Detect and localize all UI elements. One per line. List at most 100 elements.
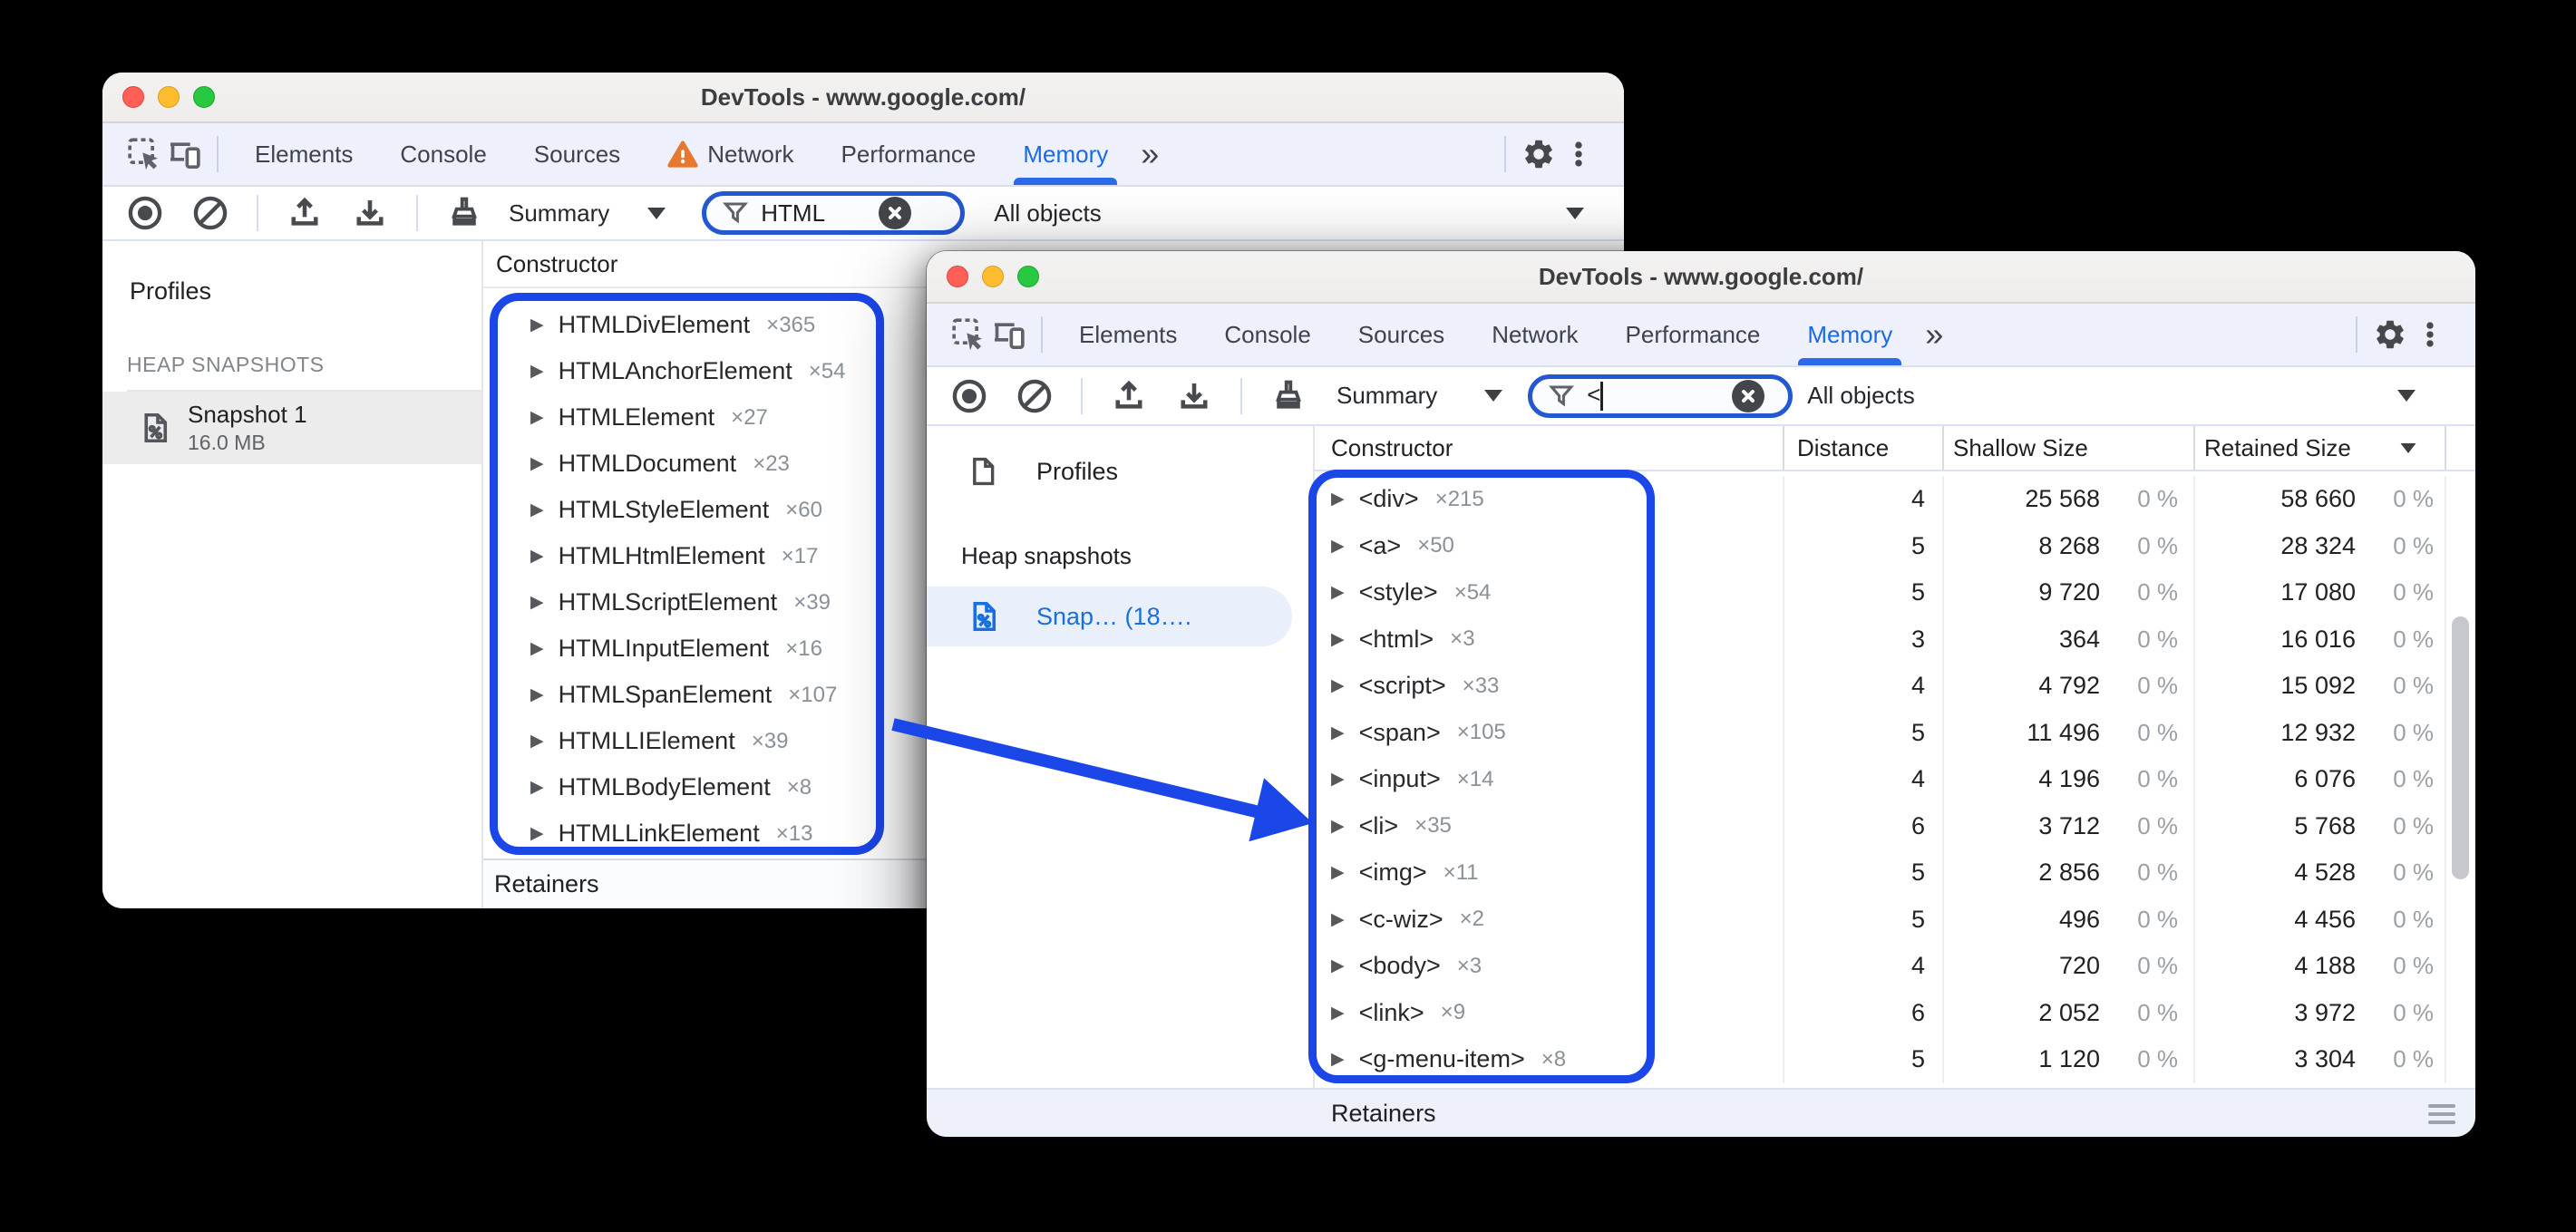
retainers-bar[interactable]: Retainers: [927, 1088, 2475, 1137]
expand-triangle-icon[interactable]: ▶: [1331, 1003, 1345, 1023]
vertical-scrollbar[interactable]: [2452, 616, 2469, 879]
resize-handle-icon[interactable]: [2428, 1104, 2455, 1129]
load-profile-icon[interactable]: [286, 194, 324, 232]
heap-object-row[interactable]: ▶ <body> ×3 4 720 0 % 4 188 0 %: [1315, 943, 2475, 990]
clear-profiles-icon[interactable]: [1016, 377, 1054, 415]
record-heap-icon[interactable]: [950, 377, 988, 415]
expand-triangle-icon[interactable]: ▶: [1331, 909, 1345, 930]
window-titlebar[interactable]: DevTools - www.google.com/: [102, 73, 1624, 123]
device-toolbar-icon[interactable]: [164, 134, 204, 174]
heap-object-row[interactable]: ▶ <c-wiz> ×2 5 496 0 % 4 456 0 %: [1315, 896, 2475, 943]
objects-scope-select[interactable]: All objects: [994, 199, 1102, 228]
snapshot-item[interactable]: Snapshot 1 16.0 MB: [102, 392, 481, 464]
kebab-menu-icon[interactable]: [1559, 134, 1599, 174]
retained-size-cell: 4 456 0 %: [2195, 896, 2446, 943]
expand-triangle-icon[interactable]: ▶: [530, 546, 544, 567]
expand-triangle-icon[interactable]: ▶: [1331, 536, 1345, 557]
column-header-shallow-size[interactable]: Shallow Size: [1944, 426, 2195, 470]
column-header-distance[interactable]: Distance: [1784, 426, 1944, 470]
tab-performance[interactable]: Performance: [818, 123, 1000, 185]
tab-network[interactable]: Network: [1468, 304, 1601, 365]
clear-brush-icon[interactable]: [1269, 377, 1307, 415]
column-header-retained-size[interactable]: Retained Size: [2195, 426, 2446, 470]
snapshot-file-icon: [973, 601, 996, 632]
record-heap-icon[interactable]: [126, 194, 164, 232]
expand-triangle-icon[interactable]: ▶: [1331, 675, 1345, 696]
clear-filter-icon[interactable]: [1732, 379, 1765, 412]
heap-object-row[interactable]: ▶ <li> ×35 6 3 712 0 % 5 768 0 %: [1315, 802, 2475, 849]
expand-triangle-icon[interactable]: ▶: [1331, 582, 1345, 603]
tab-memory[interactable]: Memory: [999, 123, 1132, 185]
expand-triangle-icon[interactable]: ▶: [530, 638, 544, 659]
chevron-down-icon[interactable]: [2397, 390, 2416, 402]
heap-object-row[interactable]: ▶ <script> ×33 4 4 792 0 % 15 092 0 %: [1315, 663, 2475, 710]
save-profile-icon[interactable]: [351, 194, 389, 232]
inspect-element-icon[interactable]: [948, 315, 988, 354]
heap-object-row[interactable]: ▶ <link> ×9 6 2 052 0 % 3 972 0 %: [1315, 989, 2475, 1036]
column-header-constructor[interactable]: Constructor: [1315, 426, 1784, 470]
perspective-select[interactable]: Summary: [1337, 382, 1437, 410]
expand-triangle-icon[interactable]: ▶: [1331, 723, 1345, 743]
heap-object-row[interactable]: ▶ <img> ×11 5 2 856 0 % 4 528 0 %: [1315, 849, 2475, 897]
tab-network[interactable]: Network: [644, 123, 817, 185]
expand-triangle-icon[interactable]: ▶: [1331, 769, 1345, 790]
chevron-down-icon[interactable]: [1566, 207, 1584, 219]
tab-memory[interactable]: Memory: [1784, 304, 1916, 365]
kebab-menu-icon[interactable]: [2410, 315, 2450, 354]
device-toolbar-icon[interactable]: [988, 315, 1028, 354]
expand-triangle-icon[interactable]: ▶: [530, 453, 544, 474]
more-tabs-icon[interactable]: »: [1916, 315, 1952, 354]
heap-object-row[interactable]: ▶ <html> ×3 3 364 0 % 16 016 0 %: [1315, 616, 2475, 663]
expand-triangle-icon[interactable]: ▶: [1331, 1049, 1345, 1070]
expand-triangle-icon[interactable]: ▶: [530, 684, 544, 705]
tab-elements[interactable]: Elements: [231, 123, 376, 185]
tab-console[interactable]: Console: [376, 123, 510, 185]
class-filter-input[interactable]: <: [1528, 373, 1793, 418]
expand-triangle-icon[interactable]: ▶: [530, 823, 544, 844]
expand-triangle-icon[interactable]: ▶: [1331, 489, 1345, 509]
expand-triangle-icon[interactable]: ▶: [1331, 629, 1345, 650]
chevron-down-icon[interactable]: [1484, 390, 1503, 402]
clear-profiles-icon[interactable]: [191, 194, 229, 232]
expand-triangle-icon[interactable]: ▶: [530, 361, 544, 382]
expand-triangle-icon[interactable]: ▶: [530, 731, 544, 752]
retained-size-value: 4 456: [2294, 905, 2356, 933]
settings-gear-icon[interactable]: [2370, 315, 2410, 354]
heap-object-row[interactable]: ▶ <div> ×215 4 25 568 0 % 58 660 0 %: [1315, 476, 2475, 523]
save-profile-icon[interactable]: [1175, 377, 1213, 415]
tab-performance[interactable]: Performance: [1602, 304, 1784, 365]
constructor-name: <body>: [1358, 952, 1441, 980]
perspective-select[interactable]: Summary: [509, 199, 609, 228]
objects-scope-select[interactable]: All objects: [1807, 382, 1915, 410]
heap-object-row[interactable]: ▶ <style> ×54 5 9 720 0 % 17 080 0 %: [1315, 569, 2475, 616]
clear-filter-icon[interactable]: [879, 197, 912, 229]
window-titlebar[interactable]: DevTools - www.google.com/: [927, 251, 2475, 304]
class-filter-input[interactable]: HTML: [702, 191, 966, 235]
tab-elements[interactable]: Elements: [1055, 304, 1201, 365]
expand-triangle-icon[interactable]: ▶: [530, 592, 544, 613]
tab-sources[interactable]: Sources: [1335, 304, 1468, 365]
shallow-size-cell: 1 120 0 %: [1944, 1036, 2195, 1083]
snapshot-item-selected[interactable]: Snap… (18….: [927, 587, 1292, 646]
instance-count: ×17: [781, 543, 819, 568]
settings-gear-icon[interactable]: [1519, 134, 1559, 174]
expand-triangle-icon[interactable]: ▶: [530, 407, 544, 428]
heap-object-row[interactable]: ▶ <span> ×105 5 11 496 0 % 12 932 0 %: [1315, 709, 2475, 756]
expand-triangle-icon[interactable]: ▶: [1331, 956, 1345, 976]
clear-brush-icon[interactable]: [445, 194, 483, 232]
tab-console[interactable]: Console: [1201, 304, 1334, 365]
expand-triangle-icon[interactable]: ▶: [1331, 816, 1345, 837]
inspect-element-icon[interactable]: [124, 134, 164, 174]
heap-object-row[interactable]: ▶ <a> ×50 5 8 268 0 % 28 324 0 %: [1315, 522, 2475, 569]
expand-triangle-icon[interactable]: ▶: [530, 500, 544, 520]
tab-sources[interactable]: Sources: [510, 123, 644, 185]
shallow-size-percent: 0 %: [2137, 718, 2178, 746]
expand-triangle-icon[interactable]: ▶: [530, 315, 544, 335]
expand-triangle-icon[interactable]: ▶: [530, 777, 544, 798]
load-profile-icon[interactable]: [1110, 377, 1148, 415]
heap-object-row[interactable]: ▶ <g-menu-item> ×8 5 1 120 0 % 3 304 0 %: [1315, 1036, 2475, 1083]
expand-triangle-icon[interactable]: ▶: [1331, 862, 1345, 883]
chevron-down-icon[interactable]: [647, 207, 666, 219]
heap-object-row[interactable]: ▶ <input> ×14 4 4 196 0 % 6 076 0 %: [1315, 756, 2475, 803]
more-tabs-icon[interactable]: »: [1132, 135, 1168, 173]
